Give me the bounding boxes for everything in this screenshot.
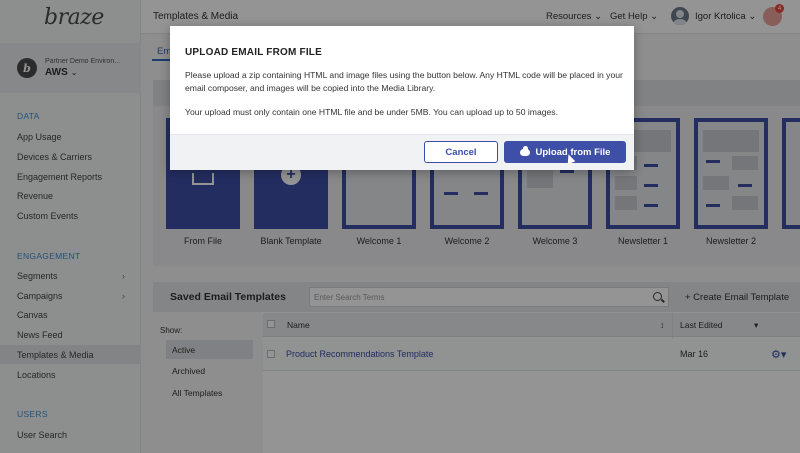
upload-from-file-button[interactable]: Upload from File xyxy=(504,141,626,163)
modal-footer: Cancel Upload from File xyxy=(170,134,634,170)
modal-description: Please upload a zip containing HTML and … xyxy=(185,70,623,93)
modal-title: UPLOAD EMAIL FROM FILE xyxy=(185,47,322,58)
modal-limits: Your upload must only contain one HTML f… xyxy=(185,107,558,117)
upload-email-modal: UPLOAD EMAIL FROM FILE Please upload a z… xyxy=(170,26,634,170)
cancel-button[interactable]: Cancel xyxy=(424,141,498,163)
cloud-upload-icon xyxy=(519,145,530,156)
